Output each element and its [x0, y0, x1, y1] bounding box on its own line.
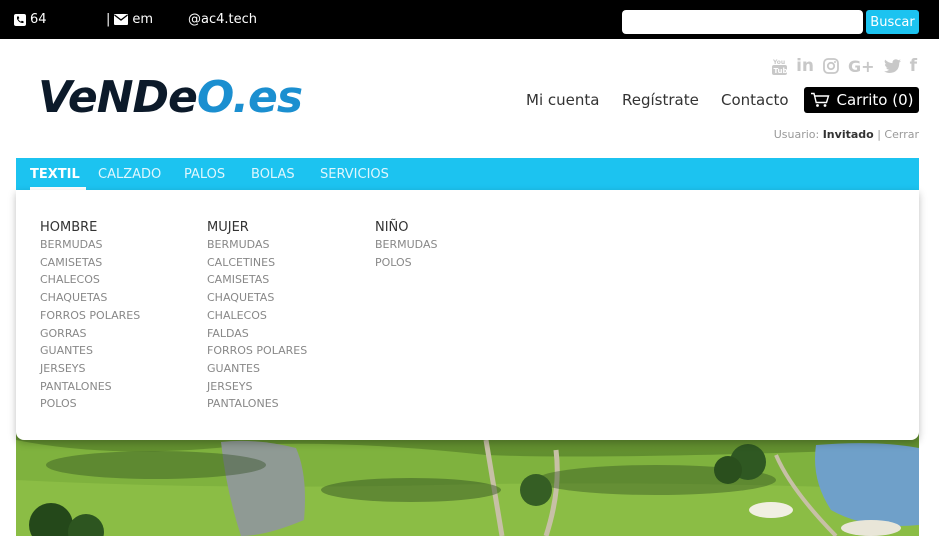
submenu-item[interactable]: CAMISETAS [40, 254, 140, 272]
cart-label: Carrito (0) [836, 91, 914, 109]
user-name: Invitado [822, 128, 874, 141]
logo-part-blue: O.es [196, 72, 303, 123]
menu-item-bolas[interactable]: BOLAS [251, 167, 295, 182]
submenu-item[interactable]: CAMISETAS [207, 271, 307, 289]
youtube-icon[interactable]: YouTube [772, 58, 788, 75]
top-bar: 64 | em @ac4.tech Buscar [0, 0, 939, 39]
my-account-link[interactable]: Mi cuenta [526, 91, 599, 109]
user-label: Usuario: [773, 128, 820, 141]
cart-icon [810, 92, 830, 108]
logo-part-dark: VeNDe [38, 72, 198, 123]
linkedin-icon[interactable]: in [796, 56, 814, 76]
register-link[interactable]: Regístrate [622, 91, 699, 109]
email-text: em [132, 12, 154, 27]
submenu-item[interactable]: BERMUDAS [375, 236, 437, 254]
submenu-item[interactable]: CHALECOS [40, 271, 140, 289]
phone-icon [14, 13, 26, 26]
submenu-item[interactable]: GUANTES [207, 360, 307, 378]
google-plus-icon[interactable]: G+ [848, 57, 875, 76]
svg-text:Tube: Tube [774, 67, 788, 75]
submenu-item[interactable]: PANTALONES [40, 378, 140, 396]
site-logo[interactable]: VeNDeO.es [38, 72, 303, 123]
menu-item-calzado[interactable]: CALZADO [98, 167, 161, 182]
textil-dropdown: HOMBRE BERMUDAS CAMISETAS CHALECOS CHAQU… [16, 190, 919, 440]
logout-link[interactable]: Cerrar [884, 128, 919, 141]
column-title: HOMBRE [40, 220, 98, 235]
twitter-icon[interactable] [883, 59, 901, 73]
svg-text:You: You [772, 59, 785, 66]
instagram-icon[interactable] [823, 58, 839, 74]
submenu-item[interactable]: GUANTES [40, 342, 140, 360]
menu-item-textil[interactable]: TEXTIL [30, 167, 80, 182]
email-handle[interactable]: @ac4.tech [188, 12, 257, 27]
facebook-icon[interactable]: f [910, 56, 917, 76]
email-domain: @ac4.tech [188, 12, 257, 27]
submenu-item[interactable]: FORROS POLARES [40, 307, 140, 325]
column-title: MUJER [207, 220, 249, 235]
submenu-item[interactable]: PANTALONES [207, 395, 307, 413]
menu-item-servicios[interactable]: SERVICIOS [320, 167, 389, 182]
submenu-item[interactable]: CHALECOS [207, 307, 307, 325]
phone-number: 64 [30, 12, 47, 27]
submenu-item[interactable]: JERSEYS [207, 378, 307, 396]
menu-item-palos[interactable]: PALOS [184, 167, 225, 182]
submenu-item[interactable]: FALDAS [207, 325, 307, 343]
dropdown-column-nino: NIÑO BERMUDAS POLOS [375, 220, 437, 271]
submenu-item[interactable]: GORRAS [40, 325, 140, 343]
phone-contact[interactable]: 64 [14, 12, 47, 27]
submenu-item[interactable]: CALCETINES [207, 254, 307, 272]
column-title: NIÑO [375, 220, 409, 235]
social-links: YouTube in G+ f [772, 56, 917, 76]
email-contact[interactable]: | em [106, 12, 153, 27]
envelope-icon [114, 14, 129, 25]
user-separator: | [877, 128, 881, 141]
submenu-item[interactable]: BERMUDAS [40, 236, 140, 254]
submenu-item[interactable]: POLOS [40, 395, 140, 413]
cart-button[interactable]: Carrito (0) [804, 87, 919, 113]
contact-link[interactable]: Contacto [721, 91, 789, 109]
search-input[interactable] [622, 10, 863, 34]
separator: | [106, 12, 111, 27]
search-button[interactable]: Buscar [866, 10, 919, 34]
submenu-item[interactable]: CHAQUETAS [207, 289, 307, 307]
submenu-item[interactable]: BERMUDAS [207, 236, 307, 254]
submenu-item[interactable]: POLOS [375, 254, 437, 272]
submenu-item[interactable]: JERSEYS [40, 360, 140, 378]
submenu-item[interactable]: CHAQUETAS [40, 289, 140, 307]
submenu-item[interactable]: FORROS POLARES [207, 342, 307, 360]
dropdown-column-hombre: HOMBRE BERMUDAS CAMISETAS CHALECOS CHAQU… [40, 220, 140, 413]
user-status: Usuario: Invitado | Cerrar [774, 128, 919, 141]
category-menu: TEXTIL CALZADO PALOS BOLAS SERVICIOS [16, 158, 919, 190]
dropdown-column-mujer: MUJER BERMUDAS CALCETINES CAMISETAS CHAQ… [207, 220, 307, 413]
